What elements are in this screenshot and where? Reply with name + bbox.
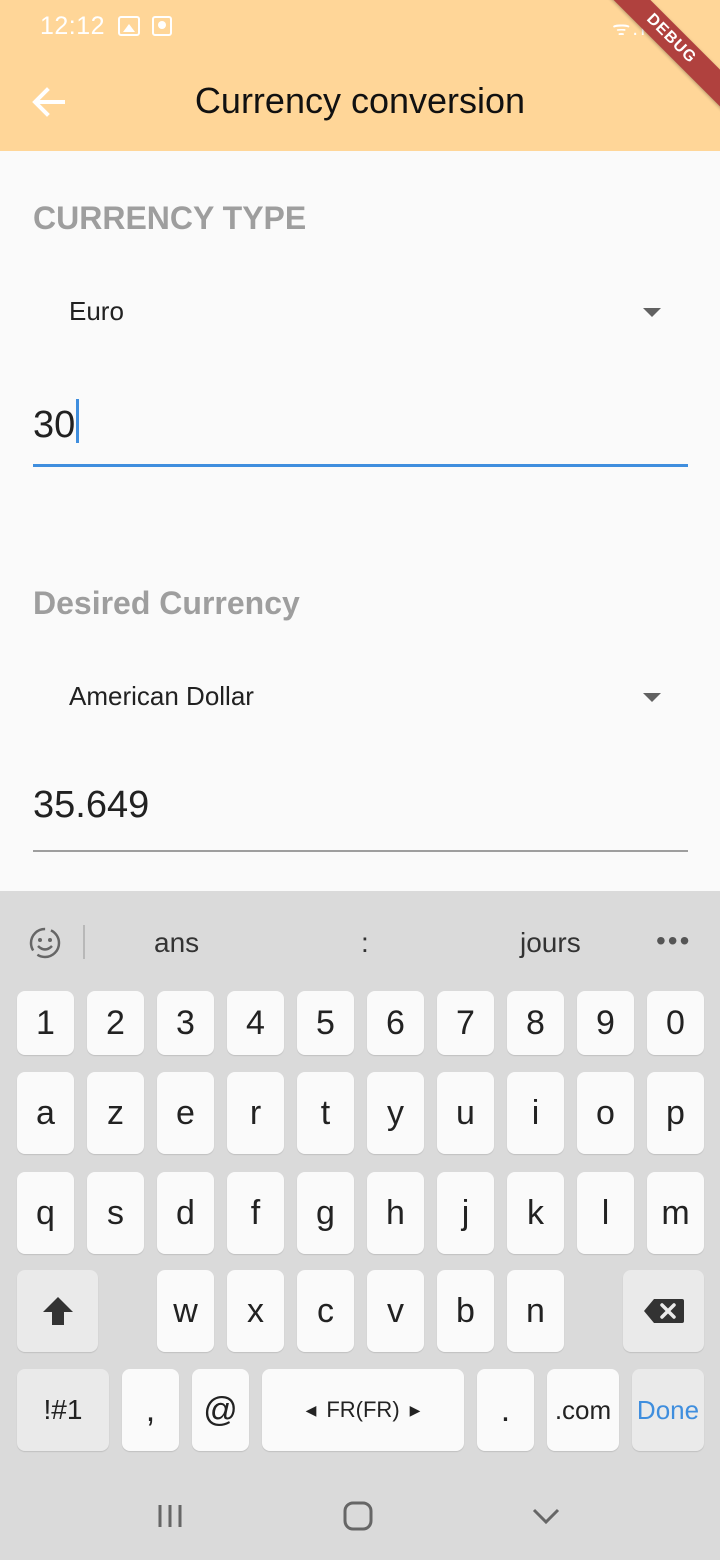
desired-currency-label: Desired Currency bbox=[33, 585, 300, 621]
dropdown-arrow-icon bbox=[643, 693, 661, 702]
key-b[interactable]: b bbox=[437, 1270, 494, 1352]
recent-apps-button[interactable] bbox=[150, 1501, 190, 1531]
home-icon bbox=[343, 1501, 373, 1531]
currency-type-selected: Euro bbox=[69, 296, 124, 326]
suggestion-bar: ans : jours ••• bbox=[0, 891, 720, 991]
key-6[interactable]: 6 bbox=[367, 991, 424, 1055]
emoji-sync-icon[interactable] bbox=[26, 925, 64, 961]
key-r[interactable]: r bbox=[227, 1072, 284, 1154]
dotcom-key[interactable]: .com bbox=[547, 1369, 619, 1451]
dropdown-arrow-icon bbox=[643, 308, 661, 317]
key-9[interactable]: 9 bbox=[577, 991, 634, 1055]
key-x[interactable]: x bbox=[227, 1270, 284, 1352]
desired-currency-dropdown[interactable]: American Dollar bbox=[33, 666, 688, 726]
key-q[interactable]: q bbox=[17, 1172, 74, 1254]
key-u[interactable]: u bbox=[437, 1072, 494, 1154]
language-next-icon: ▶ bbox=[409, 1401, 421, 1418]
key-y[interactable]: y bbox=[367, 1072, 424, 1154]
key-e[interactable]: e bbox=[157, 1072, 214, 1154]
key-1[interactable]: 1 bbox=[17, 991, 74, 1055]
backspace-key[interactable] bbox=[623, 1270, 704, 1352]
key-l[interactable]: l bbox=[577, 1172, 634, 1254]
system-nav-bar bbox=[0, 1465, 720, 1560]
text-cursor bbox=[76, 399, 80, 443]
soft-keyboard: ans : jours ••• 1 2 3 4 5 6 7 8 9 0 a z … bbox=[0, 891, 720, 1560]
key-7[interactable]: 7 bbox=[437, 991, 494, 1055]
key-i[interactable]: i bbox=[507, 1072, 564, 1154]
key-t[interactable]: t bbox=[297, 1072, 354, 1154]
page-title: Currency conversion bbox=[194, 80, 526, 121]
backspace-icon bbox=[643, 1299, 684, 1323]
key-5[interactable]: 5 bbox=[297, 991, 354, 1055]
symbols-key[interactable]: !#1 bbox=[17, 1369, 109, 1451]
suggestion-2[interactable]: : bbox=[361, 927, 369, 959]
gallery-icon bbox=[118, 16, 140, 36]
desired-currency-selected: American Dollar bbox=[69, 681, 254, 711]
more-icon[interactable]: ••• bbox=[656, 925, 691, 957]
key-4[interactable]: 4 bbox=[227, 991, 284, 1055]
key-p[interactable]: p bbox=[647, 1072, 704, 1154]
key-n[interactable]: n bbox=[507, 1270, 564, 1352]
back-nav-button[interactable] bbox=[526, 1501, 566, 1531]
at-key[interactable]: @ bbox=[192, 1369, 249, 1451]
app-bar: 12:12 ᯤ.ıl DEBUG Currency conversion bbox=[0, 0, 720, 151]
key-o[interactable]: o bbox=[577, 1072, 634, 1154]
currency-type-dropdown[interactable]: Euro bbox=[33, 281, 688, 341]
comma-key[interactable]: , bbox=[122, 1369, 179, 1451]
screen-record-icon bbox=[152, 16, 172, 36]
key-j[interactable]: j bbox=[437, 1172, 494, 1254]
key-0[interactable]: 0 bbox=[647, 991, 704, 1055]
key-v[interactable]: v bbox=[367, 1270, 424, 1352]
currency-type-label: CURRENCY TYPE bbox=[33, 200, 307, 236]
amount-input[interactable]: 30 bbox=[33, 395, 688, 467]
converted-amount-field[interactable]: 35.649 bbox=[33, 780, 688, 852]
language-prev-icon: ◀ bbox=[305, 1401, 317, 1418]
space-language-label: FR(FR) bbox=[326, 1397, 400, 1422]
status-time: 12:12 bbox=[40, 12, 106, 40]
key-m[interactable]: m bbox=[647, 1172, 704, 1254]
key-3[interactable]: 3 bbox=[157, 991, 214, 1055]
chevron-down-icon bbox=[532, 1508, 560, 1525]
home-button[interactable] bbox=[338, 1501, 378, 1531]
period-key[interactable]: . bbox=[477, 1369, 534, 1451]
space-key[interactable]: ◀ FR(FR) ▶ bbox=[262, 1369, 464, 1451]
amount-input-value: 30 bbox=[33, 404, 76, 446]
key-g[interactable]: g bbox=[297, 1172, 354, 1254]
key-z[interactable]: z bbox=[87, 1072, 144, 1154]
shift-icon bbox=[42, 1297, 73, 1325]
key-w[interactable]: w bbox=[157, 1270, 214, 1352]
done-key[interactable]: Done bbox=[632, 1369, 704, 1451]
suggestion-3[interactable]: jours bbox=[520, 927, 581, 959]
key-k[interactable]: k bbox=[507, 1172, 564, 1254]
key-d[interactable]: d bbox=[157, 1172, 214, 1254]
key-s[interactable]: s bbox=[87, 1172, 144, 1254]
key-8[interactable]: 8 bbox=[507, 991, 564, 1055]
key-a[interactable]: a bbox=[17, 1072, 74, 1154]
recent-apps-icon bbox=[158, 1505, 182, 1527]
key-f[interactable]: f bbox=[227, 1172, 284, 1254]
key-2[interactable]: 2 bbox=[87, 991, 144, 1055]
suggestion-1[interactable]: ans bbox=[154, 927, 199, 959]
key-c[interactable]: c bbox=[297, 1270, 354, 1352]
suggestion-divider bbox=[83, 925, 85, 959]
shift-key[interactable] bbox=[17, 1270, 98, 1352]
converted-amount-value: 35.649 bbox=[33, 784, 150, 826]
key-h[interactable]: h bbox=[367, 1172, 424, 1254]
